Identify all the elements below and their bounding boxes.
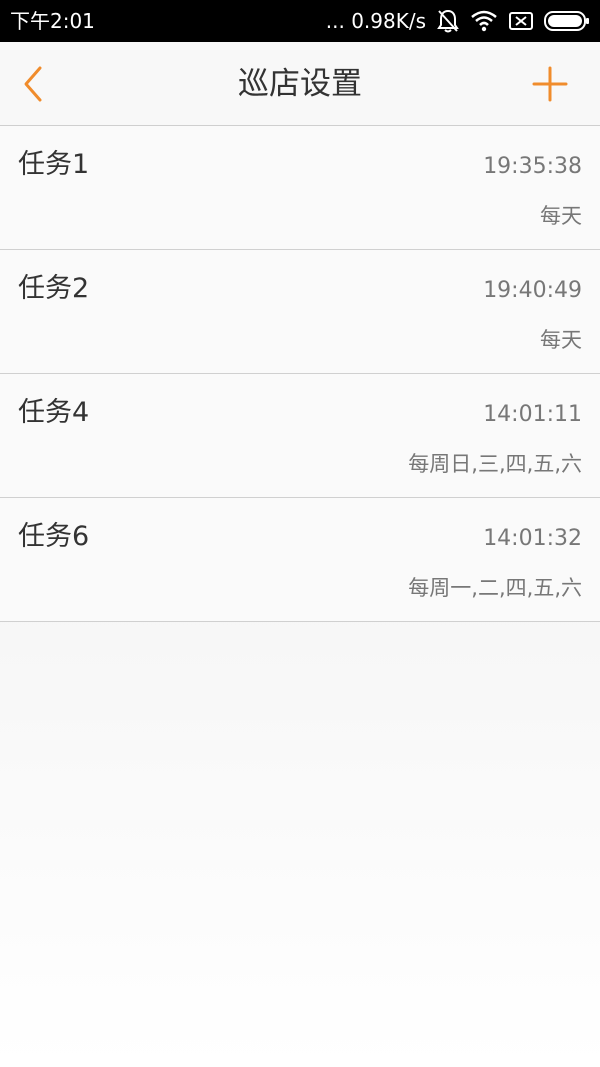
task-time: 19:40:49 [483,278,582,303]
status-indicators: ... 0.98K/s [326,5,590,37]
task-time: 14:01:32 [483,526,582,551]
mute-bell-icon [436,8,460,34]
task-name: 任务2 [18,273,90,304]
task-repeat: 每周一,二,四,五,六 [408,576,582,600]
plus-icon [532,66,568,102]
page-title: 巡店设置 [238,66,362,102]
back-button[interactable] [18,64,58,104]
task-list: 任务1 19:35:38 每天 任务2 19:40:49 每天 任务4 14:0… [0,126,600,622]
chevron-left-icon [24,66,42,102]
task-row[interactable]: 任务6 14:01:32 每周一,二,四,五,六 [0,498,600,622]
header-bar: 巡店设置 [0,42,600,126]
task-row[interactable]: 任务2 19:40:49 每天 [0,250,600,374]
task-repeat: 每天 [540,204,582,228]
task-repeat: 每天 [540,328,582,352]
task-time: 14:01:11 [483,402,582,427]
task-row[interactable]: 任务4 14:01:11 每周日,三,四,五,六 [0,374,600,498]
task-name: 任务1 [18,149,90,180]
task-row[interactable]: 任务1 19:35:38 每天 [0,126,600,250]
task-name: 任务6 [18,521,90,552]
status-bar: 下午2:01 ... 0.98K/s [0,0,600,42]
sim-card-icon [508,10,534,32]
task-time: 19:35:38 [483,154,582,179]
task-name: 任务4 [18,397,90,428]
task-repeat: 每周日,三,四,五,六 [408,452,582,476]
add-task-button[interactable] [530,64,570,104]
wifi-icon [470,10,498,32]
network-speed: ... 0.98K/s [325,9,426,33]
status-time: 下午2:01 [10,9,95,33]
battery-icon [544,10,590,32]
